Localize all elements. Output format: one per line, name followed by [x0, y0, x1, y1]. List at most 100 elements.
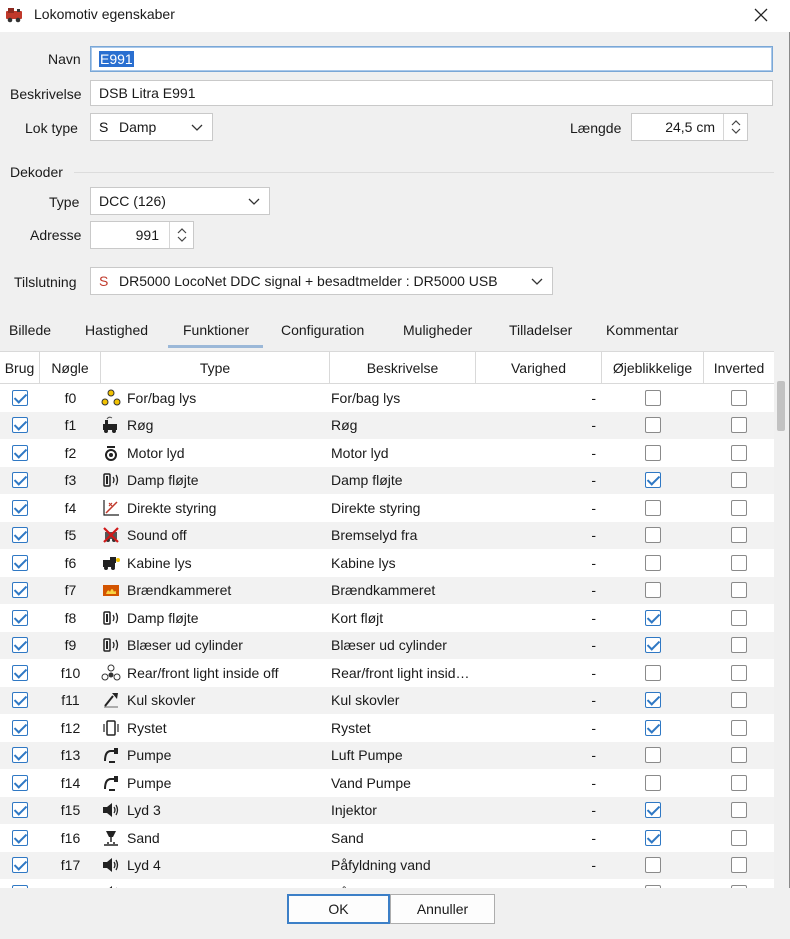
- momentary-checkbox[interactable]: [645, 857, 661, 874]
- inverted-checkbox[interactable]: [731, 692, 747, 709]
- inverted-checkbox[interactable]: [731, 719, 747, 736]
- use-checkbox[interactable]: [12, 829, 28, 846]
- table-row[interactable]: f12 Rystet Rystet -: [0, 714, 774, 742]
- inverted-checkbox[interactable]: [731, 582, 747, 599]
- use-checkbox[interactable]: [12, 857, 28, 874]
- use-checkbox[interactable]: [12, 719, 28, 736]
- tab-kommentar[interactable]: Kommentar: [606, 322, 678, 338]
- momentary-checkbox[interactable]: [645, 554, 661, 571]
- use-checkbox[interactable]: [12, 664, 28, 681]
- table-row[interactable]: f17 Lyd 4 Påfyldning vand -: [0, 851, 774, 879]
- momentary-checkbox[interactable]: [645, 692, 661, 709]
- laengde-spinner[interactable]: 24,5 cm: [631, 113, 748, 141]
- column-header-varighed[interactable]: Varighed: [476, 352, 602, 384]
- table-row[interactable]: f18Lyd 5Påfyldning kul-: [0, 879, 774, 888]
- table-row[interactable]: f15 Lyd 3 Injektor -: [0, 796, 774, 824]
- close-button[interactable]: [744, 0, 778, 30]
- column-header-type[interactable]: Type: [101, 352, 330, 384]
- table-row[interactable]: f14 Pumpe Vand Pumpe -: [0, 769, 774, 797]
- inverted-checkbox[interactable]: [731, 857, 747, 874]
- momentary-checkbox[interactable]: [645, 719, 661, 736]
- column-header-beskrivelse[interactable]: Beskrivelse: [330, 352, 476, 384]
- use-checkbox[interactable]: [12, 554, 28, 571]
- inverted-checkbox[interactable]: [731, 747, 747, 764]
- use-checkbox[interactable]: [12, 389, 28, 406]
- inverted-checkbox[interactable]: [731, 774, 747, 791]
- tab-muligheder[interactable]: Muligheder: [403, 322, 472, 338]
- use-checkbox[interactable]: [12, 582, 28, 599]
- table-row[interactable]: f2 Motor lyd Motor lyd -: [0, 439, 774, 467]
- navn-input[interactable]: E991: [90, 46, 773, 72]
- scrollbar-thumb[interactable]: [777, 381, 785, 431]
- table-row[interactable]: f5 Sound off Bremselyd fra -: [0, 521, 774, 549]
- table-row[interactable]: f11 Kul skovler Kul skovler -: [0, 686, 774, 714]
- inverted-checkbox[interactable]: [731, 554, 747, 571]
- laengde-stepper[interactable]: [723, 114, 747, 140]
- inverted-checkbox[interactable]: [731, 527, 747, 544]
- table-row[interactable]: f13 Pumpe Luft Pumpe -: [0, 741, 774, 769]
- momentary-checkbox[interactable]: [645, 499, 661, 516]
- table-row[interactable]: f8 Damp fløjte Kort fløjt -: [0, 604, 774, 632]
- tilslutning-dropdown[interactable]: S DR5000 LocoNet DDC signal + besadtmelde…: [90, 267, 553, 295]
- use-checkbox[interactable]: [12, 774, 28, 791]
- inverted-checkbox[interactable]: [731, 472, 747, 489]
- inverted-checkbox[interactable]: [731, 389, 747, 406]
- inverted-checkbox[interactable]: [731, 664, 747, 681]
- use-checkbox[interactable]: [12, 802, 28, 819]
- lok-type-dropdown[interactable]: S Damp: [90, 113, 213, 141]
- use-checkbox[interactable]: [12, 444, 28, 461]
- use-checkbox[interactable]: [12, 472, 28, 489]
- inverted-checkbox[interactable]: [731, 829, 747, 846]
- use-checkbox[interactable]: [12, 637, 28, 654]
- momentary-checkbox[interactable]: [645, 637, 661, 654]
- momentary-checkbox[interactable]: [645, 664, 661, 681]
- beskrivelse-input[interactable]: DSB Litra E991: [90, 80, 773, 106]
- momentary-checkbox[interactable]: [645, 417, 661, 434]
- inverted-checkbox[interactable]: [731, 637, 747, 654]
- tab-tilladelser[interactable]: Tilladelser: [509, 322, 572, 338]
- inverted-checkbox[interactable]: [731, 802, 747, 819]
- use-checkbox[interactable]: [12, 747, 28, 764]
- tab-funktioner[interactable]: Funktioner: [167, 322, 264, 348]
- use-checkbox[interactable]: [12, 692, 28, 709]
- momentary-checkbox[interactable]: [645, 609, 661, 626]
- table-row[interactable]: f9 Blæser ud cylinder Blæser ud cylinder -: [0, 631, 774, 659]
- momentary-checkbox[interactable]: [645, 747, 661, 764]
- table-row[interactable]: f4 Direkte styring Direkte styring -: [0, 494, 774, 522]
- adresse-stepper[interactable]: [169, 222, 193, 248]
- momentary-checkbox[interactable]: [645, 802, 661, 819]
- ok-button[interactable]: OK: [287, 894, 390, 924]
- cancel-button[interactable]: Annuller: [390, 894, 495, 924]
- momentary-checkbox[interactable]: [645, 527, 661, 544]
- tab-hastighed[interactable]: Hastighed: [85, 322, 148, 338]
- inverted-checkbox[interactable]: [731, 609, 747, 626]
- column-header-brug[interactable]: Brug: [0, 352, 40, 384]
- momentary-checkbox[interactable]: [645, 444, 661, 461]
- table-row[interactable]: f0 For/bag lys For/bag lys -: [0, 384, 774, 412]
- column-header-inverted[interactable]: Inverted: [704, 352, 774, 384]
- use-checkbox[interactable]: [12, 609, 28, 626]
- tab-billede[interactable]: Billede: [9, 322, 51, 338]
- table-row[interactable]: f10 Rear/front light inside off Rear/front…: [0, 659, 774, 687]
- table-row[interactable]: f16 Sand Sand -: [0, 824, 774, 852]
- vertical-scrollbar[interactable]: [774, 351, 788, 888]
- inverted-checkbox[interactable]: [731, 444, 747, 461]
- column-header-oejeblikkelige[interactable]: Øjeblikkelige: [602, 352, 704, 384]
- use-checkbox[interactable]: [12, 499, 28, 516]
- inverted-checkbox[interactable]: [731, 499, 747, 516]
- tab-configuration[interactable]: Configuration: [281, 322, 364, 338]
- table-row[interactable]: f3 Damp fløjte Damp fløjte -: [0, 466, 774, 494]
- use-checkbox[interactable]: [12, 527, 28, 544]
- momentary-checkbox[interactable]: [645, 829, 661, 846]
- inverted-checkbox[interactable]: [731, 417, 747, 434]
- column-header-noegle[interactable]: Nøgle: [40, 352, 101, 384]
- momentary-checkbox[interactable]: [645, 774, 661, 791]
- decoder-type-dropdown[interactable]: DCC (126): [90, 187, 270, 215]
- momentary-checkbox[interactable]: [645, 472, 661, 489]
- table-row[interactable]: f7 Brændkammeret Brændkammeret -: [0, 576, 774, 604]
- table-row[interactable]: f6 Kabine lys Kabine lys -: [0, 549, 774, 577]
- table-row[interactable]: f1 Røg Røg -: [0, 411, 774, 439]
- momentary-checkbox[interactable]: [645, 582, 661, 599]
- momentary-checkbox[interactable]: [645, 389, 661, 406]
- use-checkbox[interactable]: [12, 417, 28, 434]
